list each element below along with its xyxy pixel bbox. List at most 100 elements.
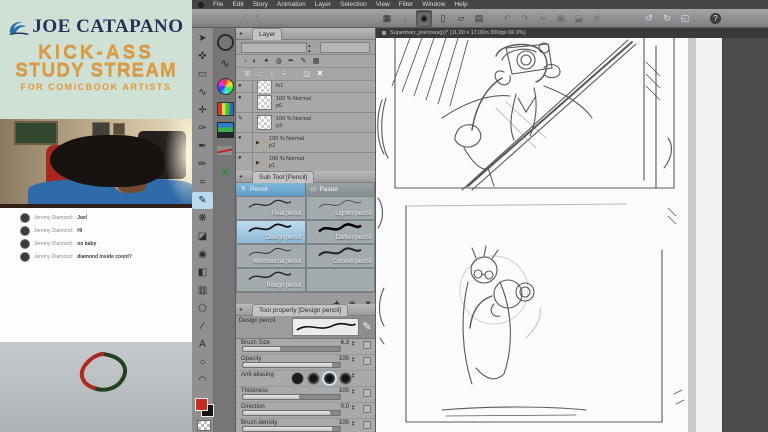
- start-screen-icon[interactable]: ▦: [380, 11, 394, 26]
- opacity-input[interactable]: [320, 42, 370, 53]
- copy-icon[interactable]: ▣: [554, 11, 568, 26]
- grid-icon[interactable]: #: [590, 11, 604, 26]
- color-wheel-icon[interactable]: [217, 78, 234, 95]
- light-table-icon[interactable]: ◍: [276, 55, 283, 67]
- layer-folder-row[interactable]: ● ▶ ▱ 100 % Normal p2: [236, 133, 375, 153]
- subtool-mechanical-pencil[interactable]: Mechanical pencil: [236, 244, 306, 268]
- layer-visibility-cell[interactable]: ●: [236, 93, 253, 112]
- curve-tool-icon[interactable]: ◠: [192, 372, 213, 389]
- collapse-icon[interactable]: ◂: [239, 171, 242, 183]
- lasso-tool-icon[interactable]: ∿: [192, 84, 213, 101]
- gradient-tool-icon[interactable]: ▥: [192, 282, 213, 299]
- aa-weak-option[interactable]: [308, 373, 319, 384]
- stepper-icon[interactable]: ▴▾: [352, 340, 359, 347]
- brush-tool-icon[interactable]: ✏: [192, 156, 213, 173]
- dynamics-icon[interactable]: [363, 405, 371, 413]
- draft-icon[interactable]: ✎: [300, 55, 306, 67]
- panel-grid-icon[interactable]: ▦: [313, 55, 320, 67]
- thickness-slider[interactable]: [242, 394, 341, 400]
- collapse-icon[interactable]: ◂: [239, 304, 242, 316]
- eraser-tool-icon[interactable]: ◪: [192, 228, 213, 245]
- stepper-icon[interactable]: ▴▾: [308, 43, 311, 55]
- fit-screen-icon[interactable]: ◱: [678, 11, 692, 26]
- aa-strong-option[interactable]: [340, 373, 351, 384]
- app-logo-icon[interactable]: [198, 2, 204, 8]
- stepper-icon[interactable]: ↕: [398, 11, 412, 26]
- layer-visibility-cell[interactable]: ●: [236, 133, 253, 152]
- airbrush-tool-icon[interactable]: ≈: [192, 174, 213, 191]
- merge-layer-icon[interactable]: ≡: [282, 68, 287, 80]
- move-tool-icon[interactable]: ✜: [192, 48, 213, 65]
- direction-slider[interactable]: [242, 410, 341, 416]
- subtool-lighter-pencil[interactable]: Lighter pencil: [306, 196, 376, 220]
- dynamics-icon[interactable]: [363, 357, 371, 365]
- transfer-layer-icon[interactable]: ⇩: [269, 68, 276, 80]
- approximate-color-icon[interactable]: [217, 146, 232, 155]
- save-file-icon[interactable]: ▤: [472, 11, 486, 26]
- document-tab-title[interactable]: Superman_precious(p)* (11.00 x 17.00in 3…: [390, 30, 526, 36]
- redo-icon[interactable]: ↷: [518, 11, 532, 26]
- ink-icon[interactable]: ✒: [288, 55, 294, 67]
- subtool-panel-tab[interactable]: Sub Tool [Pencil]: [252, 171, 314, 183]
- brush-density-slider[interactable]: [242, 426, 341, 432]
- subtool-detail-icon[interactable]: ∿: [216, 58, 234, 70]
- menu-view[interactable]: View: [376, 0, 390, 9]
- new-document-icon[interactable]: ▯: [436, 11, 450, 26]
- figure-tool-icon[interactable]: ⬠: [192, 300, 213, 317]
- navigator-icon[interactable]: [217, 34, 234, 51]
- fill-tool-icon[interactable]: ◧: [192, 264, 213, 281]
- layer-panel-tab[interactable]: Layer: [252, 28, 282, 40]
- transparent-color-swatch[interactable]: [197, 420, 211, 431]
- subtool-real-pencil[interactable]: Real pencil: [236, 196, 306, 220]
- pen-tool-icon[interactable]: ✒: [192, 138, 213, 155]
- stepper-icon[interactable]: ▴▾: [352, 356, 359, 363]
- delete-layer-icon[interactable]: ✖: [317, 68, 324, 80]
- tool-property-tab[interactable]: Tool property [Design pencil]: [252, 304, 348, 316]
- dynamics-icon[interactable]: [363, 341, 371, 349]
- eyedropper-tool-icon[interactable]: ✑: [192, 120, 213, 137]
- layer-row[interactable]: ✎ 100 % Normal p3: [236, 113, 375, 133]
- aa-none-option[interactable]: [292, 373, 303, 384]
- show-layer-icon[interactable]: ◌: [292, 68, 297, 80]
- tab-pencil[interactable]: ✎Pencil: [236, 183, 306, 196]
- menu-window[interactable]: Window: [422, 0, 445, 9]
- subtool-darker-pencil[interactable]: Darker pencil: [306, 220, 376, 244]
- collapse-icon[interactable]: ◂: [239, 28, 242, 40]
- text-tool-icon[interactable]: A: [192, 336, 213, 353]
- dynamics-icon[interactable]: [363, 421, 371, 429]
- menu-help[interactable]: Help: [454, 0, 467, 9]
- foreground-color-swatch[interactable]: [195, 398, 208, 411]
- layer-row[interactable]: ● 100 % Normal p6: [236, 93, 375, 113]
- decoration-tool-icon[interactable]: ❋: [192, 210, 213, 227]
- menu-edit[interactable]: Edit: [232, 0, 243, 9]
- aa-medium-option[interactable]: [324, 373, 335, 384]
- subtool-colored-pencil[interactable]: Colored pencil: [306, 244, 376, 268]
- open-file-icon[interactable]: ▱: [454, 11, 468, 26]
- effect-icon[interactable]: ✦: [263, 55, 269, 67]
- brush-size-slider[interactable]: [242, 346, 341, 352]
- new-folder-icon[interactable]: ▱: [257, 68, 263, 80]
- folder-expand-icon[interactable]: ▶: [256, 140, 260, 146]
- close-panel-icon[interactable]: ✕: [217, 166, 233, 179]
- undo-icon[interactable]: ↶: [500, 11, 514, 26]
- layer-visibility-cell[interactable]: ●: [236, 81, 253, 92]
- view-eye-icon[interactable]: ◉: [416, 10, 432, 27]
- help-icon[interactable]: ?: [710, 13, 721, 24]
- stepper-icon[interactable]: ▴▾: [352, 388, 359, 395]
- color-slider-icon[interactable]: [217, 122, 234, 138]
- rotate-left-icon[interactable]: ↺: [642, 11, 656, 26]
- cut-icon[interactable]: ✂: [536, 11, 550, 26]
- stepper-icon[interactable]: ▴▾: [352, 404, 359, 411]
- template-icon[interactable]: ▨: [303, 68, 311, 80]
- menu-filter[interactable]: Filter: [399, 0, 413, 9]
- mask-icon[interactable]: ▫: [244, 55, 247, 67]
- subtool-design-pencil[interactable]: Design pencil: [236, 220, 306, 244]
- canvas-area[interactable]: [376, 38, 768, 432]
- dynamics-icon[interactable]: [363, 389, 371, 397]
- line-tool-icon[interactable]: ∕: [192, 318, 213, 335]
- rotate-right-icon[interactable]: ↻: [660, 11, 674, 26]
- blend-tool-icon[interactable]: ◉: [192, 246, 213, 263]
- layer-visibility-cell[interactable]: ✎: [236, 113, 253, 132]
- tab-pastel[interactable]: ▭Pastel: [306, 183, 376, 196]
- menu-selection[interactable]: Selection: [340, 0, 367, 9]
